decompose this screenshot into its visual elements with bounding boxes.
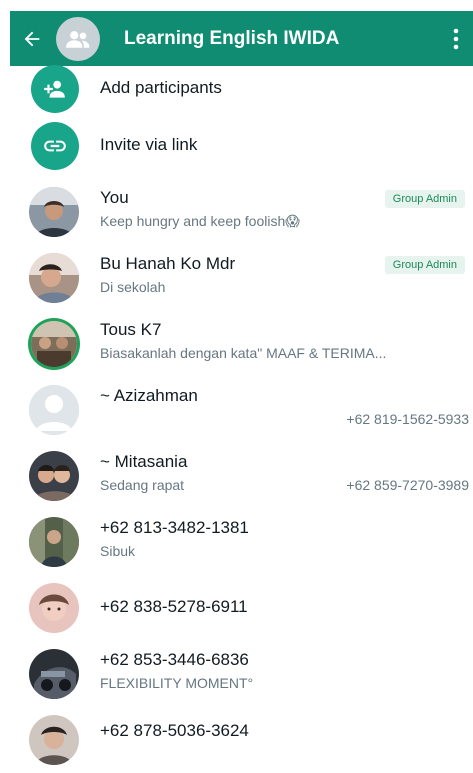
default-avatar-icon xyxy=(29,385,79,435)
participant-name: +62 853-3446-6836 xyxy=(100,650,249,669)
avatar[interactable] xyxy=(29,715,79,765)
participant-name: +62 813-3482-1381 xyxy=(100,518,249,537)
add-person-icon xyxy=(44,80,65,98)
link-icon xyxy=(44,140,66,152)
participant-name: ~ Mitasania xyxy=(100,452,188,471)
participant-about: Sibuk xyxy=(100,543,136,559)
avatar[interactable] xyxy=(29,649,79,699)
participant-row[interactable]: +62 853-3446-6836 FLEXIBILITY MOMENT° xyxy=(10,641,473,707)
group-icon xyxy=(66,30,90,48)
screen-edge xyxy=(0,0,10,760)
participant-row[interactable]: ~ Mitasania Sedang rapat +62 859-7270-39… xyxy=(10,443,473,509)
participant-name: +62 838-5278-6911 xyxy=(100,597,248,616)
participant-row[interactable]: +62 813-3482-1381 Sibuk xyxy=(10,509,473,575)
avatar[interactable] xyxy=(29,583,79,633)
avatar[interactable] xyxy=(29,451,79,501)
avatar[interactable] xyxy=(29,253,79,303)
menu-button[interactable] xyxy=(445,28,467,50)
participant-row[interactable]: Bu Hanah Ko Mdr Di sekolah Group Admin xyxy=(10,245,473,311)
back-button[interactable] xyxy=(10,28,54,50)
avatar[interactable] xyxy=(29,385,79,435)
participant-about: Keep hungry and keep foolish😱 xyxy=(100,213,300,229)
participant-name: +62 878-5036-3624 xyxy=(100,721,249,740)
avatar[interactable] xyxy=(29,517,79,567)
participant-about: FLEXIBILITY MOMENT° xyxy=(100,675,254,691)
group-admin-badge: Group Admin xyxy=(384,256,465,274)
add-participants-row[interactable]: Add participants xyxy=(10,65,473,113)
participant-row[interactable]: +62 878-5036-3624 xyxy=(10,707,473,773)
group-admin-badge: Group Admin xyxy=(384,190,465,208)
kebab-menu-icon xyxy=(453,28,459,49)
add-participants-label: Add participants xyxy=(100,78,222,97)
participant-phone: +62 859-7270-3989 xyxy=(346,477,469,493)
participant-name: ~ Azizahman xyxy=(100,386,198,405)
participant-about: Biasakanlah dengan kata" MAAF & TERIMA..… xyxy=(100,345,387,361)
participant-row[interactable]: Tous K7 Biasakanlah dengan kata" MAAF & … xyxy=(10,311,473,377)
participant-row[interactable]: ~ Azizahman +62 819-1562-5933 xyxy=(10,377,473,443)
add-participants-button-icon xyxy=(31,65,79,113)
participants-list[interactable]: Add participants Invite via link You Kee… xyxy=(10,65,473,773)
participant-about: Di sekolah xyxy=(100,279,166,295)
participant-row[interactable]: +62 838-5278-6911 xyxy=(10,575,473,641)
avatar[interactable] xyxy=(29,187,79,237)
participant-phone: +62 819-1562-5933 xyxy=(346,411,469,427)
arrow-left-icon xyxy=(24,31,40,46)
invite-link-label: Invite via link xyxy=(100,135,198,154)
participant-name: You xyxy=(100,188,129,207)
invite-link-button-icon xyxy=(31,122,79,170)
participant-name: Tous K7 xyxy=(100,320,162,339)
participant-row[interactable]: You Keep hungry and keep foolish😱 Group … xyxy=(10,179,473,245)
group-avatar[interactable] xyxy=(56,16,100,61)
avatar[interactable] xyxy=(31,321,77,367)
group-title[interactable]: Learning English IWIDA xyxy=(124,28,445,50)
participant-name: Bu Hanah Ko Mdr xyxy=(100,254,236,273)
invite-link-row[interactable]: Invite via link xyxy=(10,113,473,179)
app-header: Learning English IWIDA xyxy=(10,11,473,66)
